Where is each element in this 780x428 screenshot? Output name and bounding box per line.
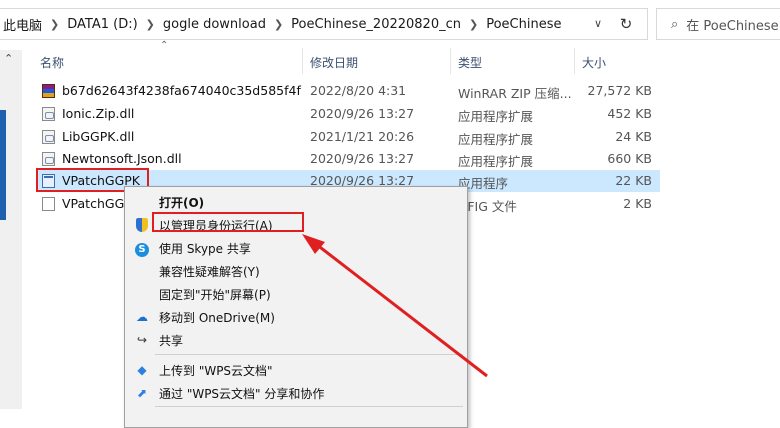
file-name: LibGGPK.dll (62, 129, 135, 144)
menu-item-open[interactable]: 打开(O) (125, 191, 467, 213)
file-row[interactable]: Ionic.Zip.dll 2020/9/26 13:27 应用程序扩展 452… (36, 103, 660, 125)
column-divider[interactable] (574, 48, 575, 74)
scrollbar-thumb[interactable] (0, 110, 6, 220)
file-date: 2020/9/26 13:27 (310, 106, 415, 121)
file-name: Ionic.Zip.dll (62, 106, 135, 121)
breadcrumb-item[interactable]: DATA1 (D:) (64, 17, 140, 32)
highlight-box-run-as-admin (152, 212, 304, 232)
search-placeholder: 在 PoeChinese 中搜索 (686, 18, 780, 34)
menu-item-wps-share[interactable]: ⬈ 通过 "WPS云文档" 分享和协作 (125, 382, 467, 404)
file-date: 2021/1/21 20:26 (310, 129, 415, 144)
menu-item-onedrive[interactable]: ☁ 移动到 OneDrive(M) (125, 306, 467, 328)
column-header-size[interactable]: 大小 (582, 54, 606, 71)
menu-separator (155, 406, 463, 407)
menu-item-wps-upload[interactable]: ◆ 上传到 "WPS云文档" (125, 359, 467, 381)
skype-icon: S (134, 240, 150, 257)
file-name: VPatchGG (62, 196, 125, 211)
file-row[interactable]: b67d62643f4238fa674040c35d585f4f 2022/8/… (36, 80, 660, 102)
file-size: 2 KB (623, 196, 652, 211)
file-type: 应用程序扩展 (458, 132, 534, 147)
file-row[interactable]: Newtonsoft.Json.dll 2020/9/26 13:27 应用程序… (36, 148, 660, 170)
share-icon: ↪ (136, 333, 148, 347)
file-size: 660 KB (607, 151, 652, 166)
chevron-right-icon[interactable]: ❯ (141, 18, 160, 31)
column-header-name[interactable]: 名称 (40, 54, 64, 71)
column-header-type[interactable]: 类型 (458, 54, 482, 71)
menu-item-skype-share[interactable]: S 使用 Skype 共享 (125, 237, 467, 259)
search-input[interactable]: ⌕ 在 PoeChinese 中搜索 (656, 8, 780, 40)
file-name: Newtonsoft.Json.dll (62, 151, 182, 166)
dll-file-icon (42, 130, 55, 144)
file-type: 应用程序扩展 (458, 154, 534, 169)
column-divider[interactable] (302, 48, 303, 74)
column-header-date[interactable]: 修改日期 (310, 54, 358, 71)
file-size: 24 KB (615, 129, 652, 144)
refresh-icon[interactable]: ↻ (612, 12, 640, 36)
file-size: 452 KB (607, 106, 652, 121)
config-file-icon (42, 197, 55, 211)
chevron-up-icon[interactable]: ⌃ (4, 52, 13, 65)
chevron-right-icon[interactable]: ❯ (45, 18, 64, 31)
uac-shield-icon (134, 217, 150, 233)
file-date: 2022/8/20 4:31 (310, 83, 407, 98)
column-divider[interactable] (450, 48, 451, 74)
menu-separator (155, 354, 463, 355)
search-icon: ⌕ (671, 16, 679, 32)
menu-item-pin-start[interactable]: 固定到"开始"屏幕(P) (125, 283, 467, 305)
wps-share-icon: ⬈ (136, 386, 148, 400)
file-size: 22 KB (615, 173, 652, 188)
breadcrumb-item[interactable]: gogle download (160, 17, 269, 32)
breadcrumb-item[interactable]: 此电脑 (0, 15, 45, 34)
dll-file-icon (42, 152, 55, 166)
wps-upload-icon: ◆ (137, 363, 147, 377)
breadcrumb-item[interactable]: PoeChinese (483, 17, 564, 32)
file-row[interactable]: LibGGPK.dll 2021/1/21 20:26 应用程序扩展 24 KB (36, 126, 660, 148)
winrar-archive-icon (42, 84, 55, 98)
file-name: b67d62643f4238fa674040c35d585f4f (62, 83, 301, 98)
menu-item-share[interactable]: ↪ 共享 (125, 329, 467, 351)
file-date: 2020/9/26 13:27 (310, 151, 415, 166)
file-type: WinRAR ZIP 压缩... (458, 86, 572, 101)
menu-item-compat-troubleshoot[interactable]: 兼容性疑难解答(Y) (125, 260, 467, 282)
breadcrumb[interactable]: 此电脑 ❯ DATA1 (D:) ❯ gogle download ❯ PoeC… (0, 9, 580, 39)
breadcrumb-item[interactable]: PoeChinese_20220820_cn (288, 17, 464, 32)
chevron-down-icon[interactable]: ∨ (588, 14, 608, 34)
navigation-pane-edge: ⌃ (0, 50, 22, 409)
file-size: 27,572 KB (587, 83, 652, 98)
chevron-right-icon[interactable]: ❯ (464, 18, 483, 31)
chevron-right-icon[interactable]: ❯ (269, 18, 288, 31)
onedrive-cloud-icon: ☁ (136, 310, 148, 324)
file-type: 应用程序扩展 (458, 109, 534, 124)
sort-caret-icon: ⌃ (160, 40, 169, 51)
dll-file-icon (42, 107, 55, 121)
address-bar-row: 此电脑 ❯ DATA1 (D:) ❯ gogle download ❯ PoeC… (0, 0, 780, 50)
